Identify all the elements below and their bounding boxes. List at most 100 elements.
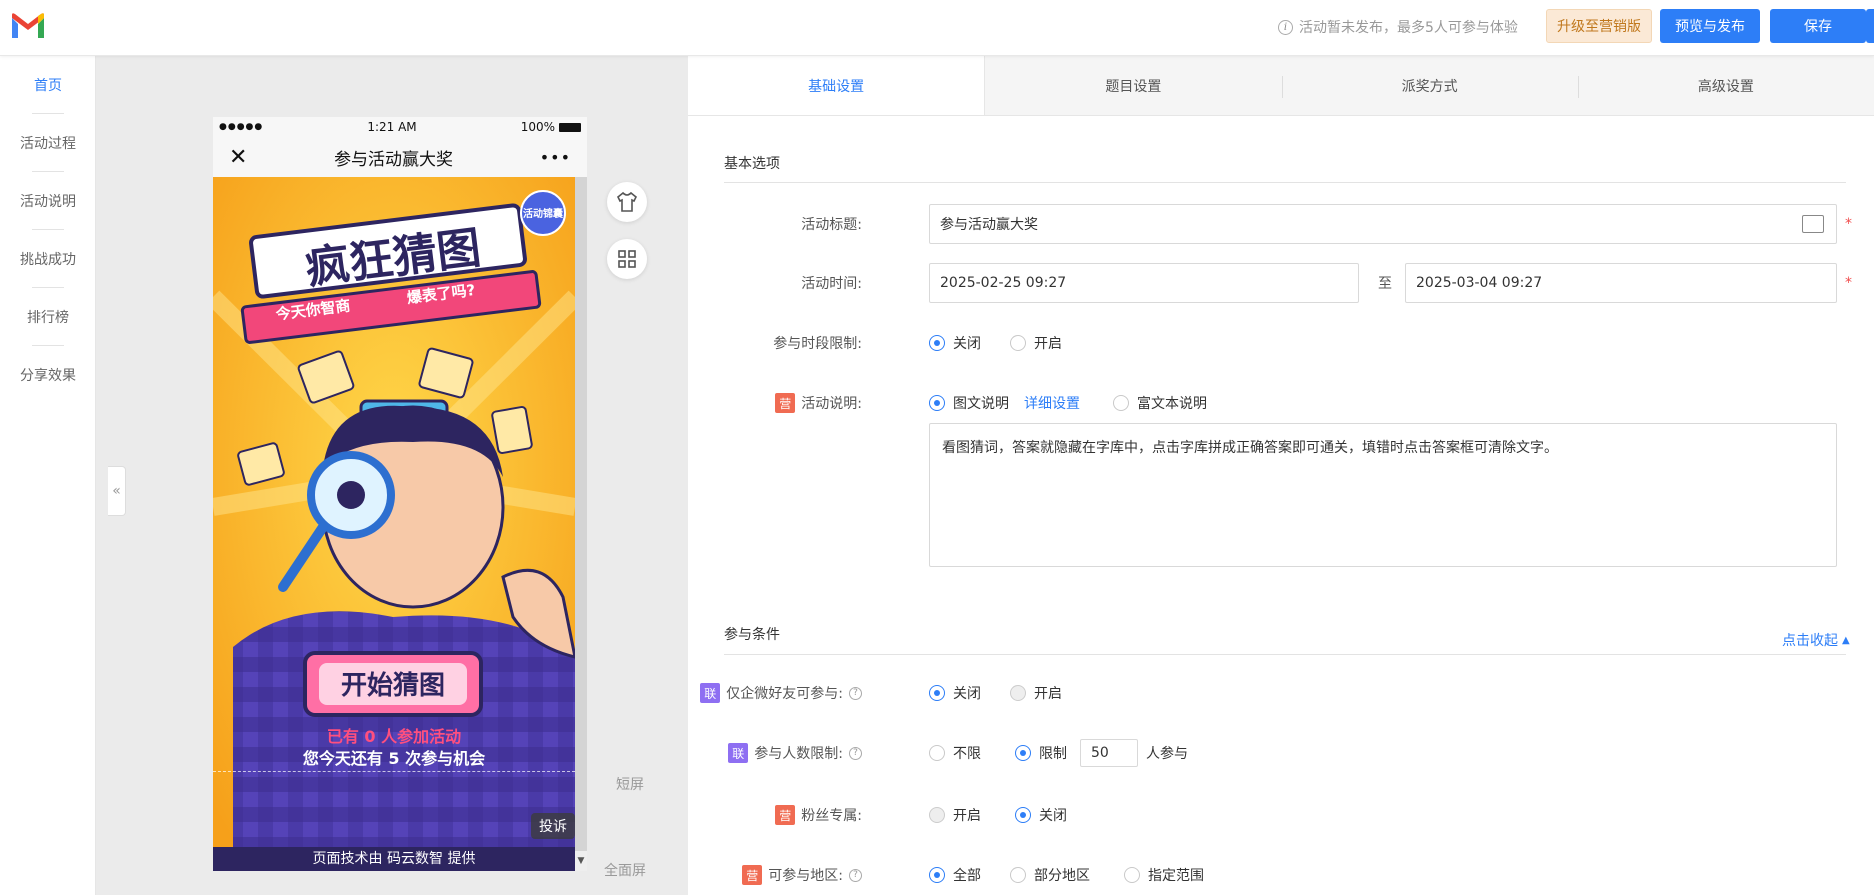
limit-none-radio[interactable]: 不限	[929, 743, 981, 763]
basic-section-divider	[724, 182, 1846, 183]
title-label: 活动标题:	[801, 217, 862, 233]
required-mark: *	[1845, 216, 1852, 232]
short-screen-line	[213, 771, 575, 772]
help-icon[interactable]: ?	[849, 868, 862, 882]
region-range-radio[interactable]: 指定范围	[1124, 865, 1204, 885]
region-all-radio[interactable]: 全部	[929, 865, 981, 885]
fans-off-radio[interactable]: 关闭	[1015, 805, 1067, 825]
close-icon[interactable]: ✕	[229, 145, 247, 170]
remaining-chances: 您今天还有 5 次参与机会	[302, 749, 486, 768]
preview-publish-button[interactable]: 预览与发布	[1660, 9, 1760, 43]
nav-item-activity-description[interactable]: 活动说明	[0, 172, 96, 230]
phone-title-bar: ✕ 参与活动赢大奖 •••	[213, 137, 587, 177]
tab-prize-method[interactable]: 派奖方式	[1281, 56, 1578, 115]
phone-page-title: 参与活动赢大奖	[334, 149, 454, 170]
radio-label: 富文本说明	[1137, 396, 1207, 412]
wecom-row: 联 仅企微好友可参与: ? 关闭 开启	[688, 673, 1874, 713]
more-button[interactable]	[1866, 9, 1874, 43]
signal-icon: ●●●●●	[219, 122, 264, 132]
conditions-section-divider	[724, 654, 1846, 655]
caret-up-icon: ▲	[1842, 634, 1850, 646]
scroll-down-arrow-icon[interactable]: ▼	[575, 851, 587, 871]
title-input[interactable]: 参与活动赢大奖	[929, 204, 1837, 244]
tab-advanced-settings[interactable]: 高级设置	[1577, 56, 1874, 115]
fans-on-radio[interactable]: 开启	[929, 805, 981, 825]
title-input-value: 参与活动赢大奖	[940, 217, 1038, 233]
help-icon[interactable]: ?	[849, 686, 862, 700]
marketing-tag: 营	[775, 393, 796, 413]
battery-status: 100%	[521, 120, 581, 134]
help-icon[interactable]: ?	[849, 746, 862, 760]
link-tag: 联	[700, 683, 721, 703]
radio-label: 开启	[1034, 686, 1062, 702]
battery-percent: 100%	[520, 120, 555, 134]
link-tag: 联	[728, 743, 749, 763]
participant-limit-suffix: 人参与	[1146, 746, 1188, 762]
time-row: 活动时间: 2025-02-25 09:27 至 2025-03-04 09:2…	[688, 263, 1874, 303]
basic-section-title: 基本选项	[724, 156, 780, 172]
period-off-radio[interactable]: 关闭	[929, 333, 981, 353]
tab-question-settings[interactable]: 题目设置	[985, 56, 1281, 115]
region-label: 营 可参与地区: ?	[742, 865, 862, 885]
wecom-on-radio[interactable]: 开启	[1010, 683, 1062, 703]
description-label-text: 活动说明:	[801, 396, 862, 412]
wecom-label: 联 仅企微好友可参与: ?	[700, 683, 862, 703]
save-button[interactable]: 保存	[1770, 9, 1866, 43]
conditions-section-title: 参与条件	[724, 627, 780, 643]
region-label-text: 可参与地区:	[768, 868, 843, 884]
required-mark: *	[1845, 275, 1852, 291]
notice-text: 活动暂未发布，最多5人可参与体验	[1299, 20, 1518, 36]
radio-dot	[1010, 335, 1026, 351]
nav-item-activity-process[interactable]: 活动过程	[0, 114, 96, 172]
settings-tabs: 基础设置 题目设置 派奖方式 高级设置	[688, 56, 1874, 116]
radio-dot	[929, 745, 945, 761]
text-format-icon[interactable]	[1802, 215, 1824, 233]
radio-dot	[1015, 745, 1031, 761]
collapse-panel-handle[interactable]: «	[108, 466, 126, 516]
radio-dot	[1010, 685, 1026, 701]
upgrade-button[interactable]: 升级至营销版	[1546, 9, 1652, 43]
radio-label: 指定范围	[1148, 868, 1204, 884]
settings-panel: 基础设置 题目设置 派奖方式 高级设置 基本选项 活动标题: 参与活动赢大奖 *…	[688, 56, 1874, 895]
nav-item-challenge-success[interactable]: 挑战成功	[0, 230, 96, 288]
region-part-radio[interactable]: 部分地区	[1010, 865, 1090, 885]
theme-shirt-icon[interactable]	[607, 182, 647, 222]
radio-dot	[1010, 867, 1026, 883]
more-dots-icon[interactable]: •••	[540, 148, 571, 167]
tab-basic-settings[interactable]: 基础设置	[688, 56, 986, 115]
qr-grid-icon[interactable]	[607, 239, 647, 279]
phone-scrollbar[interactable]	[575, 177, 587, 871]
radio-label: 不限	[953, 746, 981, 762]
description-textarea[interactable]: 看图猜词，答案就隐藏在字库中，点击字库拼成正确答案即可通关，填错时点击答案框可清…	[929, 423, 1837, 567]
top-bar: i 活动暂未发布，最多5人可参与体验 升级至营销版 预览与发布 保存	[0, 0, 1874, 56]
app-logo-icon[interactable]	[10, 12, 46, 40]
radio-dot	[1124, 867, 1140, 883]
radio-label: 部分地区	[1034, 868, 1090, 884]
start-time-input[interactable]: 2025-02-25 09:27	[929, 263, 1359, 303]
nav-item-home[interactable]: 首页	[0, 56, 96, 114]
battery-icon	[559, 123, 581, 132]
end-time-input[interactable]: 2025-03-04 09:27	[1405, 263, 1837, 303]
period-on-radio[interactable]: 开启	[1010, 333, 1062, 353]
desc-imagetext-radio[interactable]: 图文说明	[929, 393, 1009, 413]
status-time: 1:21 AM	[367, 120, 417, 134]
desc-richtext-radio[interactable]: 富文本说明	[1113, 393, 1207, 413]
wecom-off-radio[interactable]: 关闭	[929, 683, 981, 703]
participants-count: 已有 0 人参加活动	[326, 727, 462, 746]
time-label: 活动时间:	[801, 276, 862, 292]
title-row: 活动标题: 参与活动赢大奖 *	[688, 204, 1874, 244]
marketing-tag: 营	[742, 865, 763, 885]
complaint-button[interactable]: 投诉	[531, 813, 575, 839]
radio-label: 关闭	[1039, 808, 1067, 824]
fans-label-text: 粉丝专属:	[801, 808, 862, 824]
collapse-link[interactable]: 点击收起 ▲	[1782, 630, 1850, 650]
radio-dot	[929, 395, 945, 411]
detail-settings-link[interactable]: 详细设置	[1024, 393, 1080, 413]
nav-item-leaderboard[interactable]: 排行榜	[0, 288, 96, 346]
radio-label: 关闭	[953, 686, 981, 702]
limit-yes-radio[interactable]: 限制	[1015, 743, 1067, 763]
radio-label: 图文说明	[953, 396, 1009, 412]
nav-item-share-effect[interactable]: 分享效果	[0, 346, 96, 404]
participant-limit-input[interactable]: 50	[1080, 739, 1138, 767]
marketing-tag: 营	[775, 805, 796, 825]
